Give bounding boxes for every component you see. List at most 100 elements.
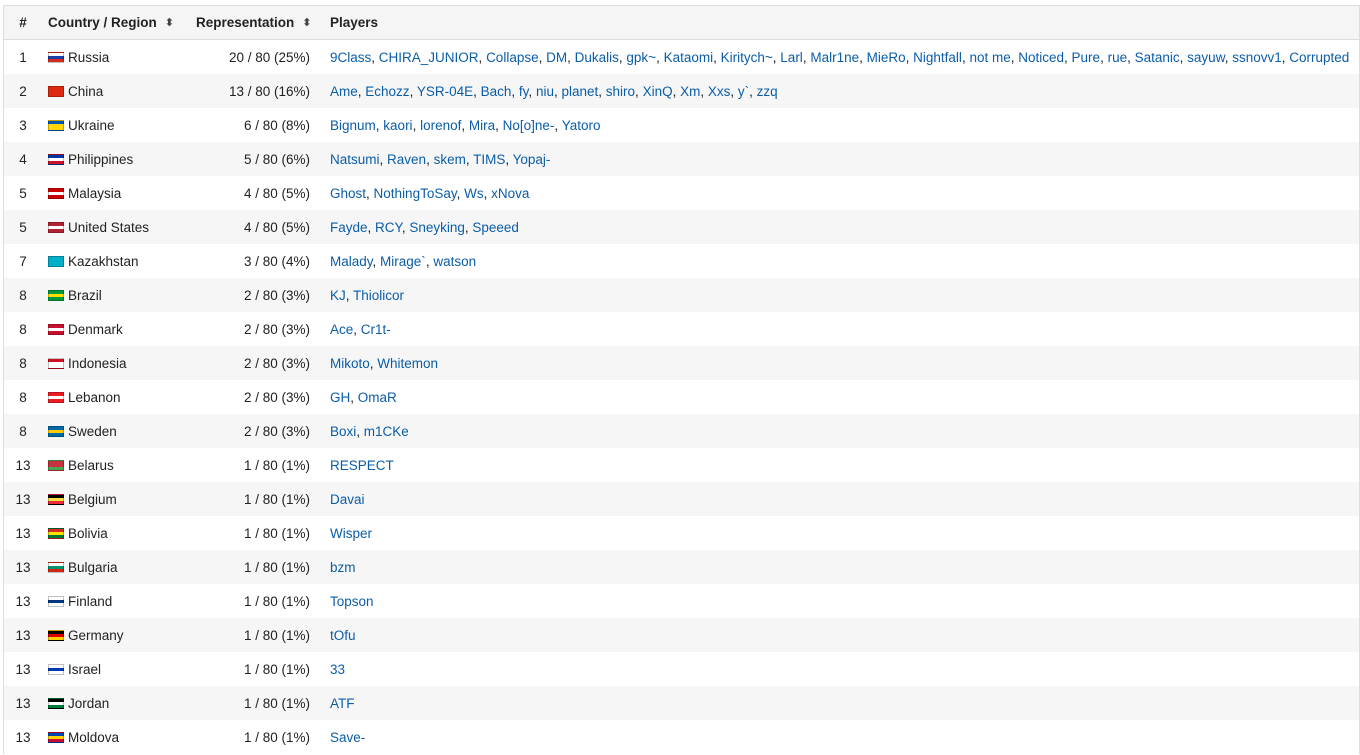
player-link[interactable]: Sneyking	[409, 220, 465, 235]
table-row: 13 Belarus 1 / 80 (1%) RESPECT	[4, 448, 1359, 482]
player-link[interactable]: Ws	[464, 186, 484, 201]
player-link[interactable]: OmaR	[358, 390, 397, 405]
player-link[interactable]: Davai	[330, 492, 365, 507]
player-link[interactable]: lorenof	[420, 118, 461, 133]
player-link[interactable]: m1CKe	[364, 424, 409, 439]
player-link[interactable]: CHIRA_JUNIOR	[379, 50, 479, 65]
player-link[interactable]: sayuw	[1187, 50, 1225, 65]
player-link[interactable]: Whitemon	[377, 356, 438, 371]
player-link[interactable]: Pure	[1072, 50, 1101, 65]
player-link[interactable]: GH	[330, 390, 350, 405]
player-link[interactable]: kaori	[383, 118, 412, 133]
header-representation[interactable]: Representation ⬍	[190, 6, 324, 40]
sort-arrows-icon[interactable]: ⬍	[165, 16, 174, 29]
player-link[interactable]: bzm	[330, 560, 356, 575]
player-link[interactable]: Boxi	[330, 424, 356, 439]
player-link[interactable]: Xxs	[708, 84, 731, 99]
player-link[interactable]: Raven	[387, 152, 426, 167]
player-link[interactable]: Collapse	[486, 50, 539, 65]
player-link[interactable]: Ace	[330, 322, 353, 337]
player-link[interactable]: skem	[434, 152, 466, 167]
table-row: 13 Germany 1 / 80 (1%) tOfu	[4, 618, 1359, 652]
player-link[interactable]: 9Class	[330, 50, 371, 65]
player-link[interactable]: ssnovv1	[1232, 50, 1282, 65]
sort-arrows-icon[interactable]: ⬍	[302, 16, 311, 29]
player-link[interactable]: Bach	[481, 84, 512, 99]
player-link[interactable]: Echozz	[365, 84, 409, 99]
rank-cell: 5	[4, 176, 42, 210]
player-link[interactable]: Dukalis	[575, 50, 619, 65]
header-country[interactable]: Country / Region ⬍	[42, 6, 190, 40]
player-link[interactable]: Save-	[330, 730, 365, 745]
player-link[interactable]: Satanic	[1135, 50, 1180, 65]
header-country-label: Country / Region	[48, 15, 157, 30]
player-link[interactable]: Ghost	[330, 186, 366, 201]
country-cell: Israel	[42, 652, 190, 686]
representation-cell: 5 / 80 (6%)	[190, 142, 324, 176]
player-link[interactable]: KJ	[330, 288, 346, 303]
player-link[interactable]: not me	[969, 50, 1010, 65]
player-link[interactable]: Malady	[330, 254, 373, 269]
malaysia-flag-icon	[48, 187, 64, 199]
player-link[interactable]: NothingToSay	[374, 186, 457, 201]
player-link[interactable]: Mirage`	[380, 254, 426, 269]
player-link[interactable]: Ame	[330, 84, 358, 99]
header-representation-label: Representation	[196, 15, 295, 30]
representation-cell: 3 / 80 (4%)	[190, 244, 324, 278]
player-link[interactable]: Xm	[680, 84, 700, 99]
player-link[interactable]: RESPECT	[330, 458, 394, 473]
indonesia-flag-icon	[48, 357, 64, 369]
player-link[interactable]: Kataomi	[664, 50, 714, 65]
player-link[interactable]: Mira	[469, 118, 495, 133]
player-link[interactable]: Natsumi	[330, 152, 380, 167]
player-link[interactable]: niu	[536, 84, 554, 99]
player-link[interactable]: planet	[561, 84, 598, 99]
player-link[interactable]: Yopaj-	[513, 152, 551, 167]
player-link[interactable]: ATF	[330, 696, 355, 711]
country-cell: Ukraine	[42, 108, 190, 142]
representation-cell: 1 / 80 (1%)	[190, 584, 324, 618]
player-link[interactable]: xNova	[491, 186, 529, 201]
player-link[interactable]: Noticed	[1018, 50, 1064, 65]
player-link[interactable]: Mikoto	[330, 356, 370, 371]
player-link[interactable]: Cr1t-	[361, 322, 391, 337]
player-link[interactable]: XinQ	[643, 84, 673, 99]
player-separator: ,	[672, 83, 681, 99]
table-row: 3 Ukraine 6 / 80 (8%) Bignum, kaori, loreno…	[4, 108, 1359, 142]
player-link[interactable]: Yatoro	[562, 118, 601, 133]
player-link[interactable]: No[o]ne-	[503, 118, 555, 133]
player-link[interactable]: Speeed	[472, 220, 519, 235]
rank-cell: 5	[4, 210, 42, 244]
player-link[interactable]: 33	[330, 662, 345, 677]
player-link[interactable]: Wisper	[330, 526, 372, 541]
player-link[interactable]: tOfu	[330, 628, 356, 643]
player-link[interactable]: RCY	[375, 220, 402, 235]
player-link[interactable]: Kiritych~	[721, 50, 773, 65]
representation-cell: 2 / 80 (3%)	[190, 312, 324, 346]
player-link[interactable]: Larl	[780, 50, 803, 65]
player-link[interactable]: rue	[1108, 50, 1128, 65]
players-cell: bzm	[324, 550, 1359, 584]
player-link[interactable]: shiro	[606, 84, 635, 99]
sweden-flag-icon	[48, 425, 64, 437]
player-link[interactable]: Thiolicor	[353, 288, 404, 303]
player-link[interactable]: MieRo	[867, 50, 906, 65]
country-cell: Belgium	[42, 482, 190, 516]
player-link[interactable]: Topson	[330, 594, 374, 609]
player-link[interactable]: Malr1ne	[810, 50, 859, 65]
table-row: 8 Indonesia 2 / 80 (3%) Mikoto, Whitemon	[4, 346, 1359, 380]
player-link[interactable]: Bignum	[330, 118, 376, 133]
table-row: 13 Israel 1 / 80 (1%) 33	[4, 652, 1359, 686]
player-link[interactable]: Nightfall	[913, 50, 962, 65]
player-link[interactable]: gpk~	[626, 50, 656, 65]
player-link[interactable]: Corrupted	[1289, 50, 1349, 65]
player-link[interactable]: fy	[519, 84, 529, 99]
country-name: United States	[68, 219, 150, 235]
player-link[interactable]: Fayde	[330, 220, 368, 235]
player-link[interactable]: y`	[738, 84, 749, 99]
player-link[interactable]: YSR-04E	[417, 84, 473, 99]
player-link[interactable]: TIMS	[473, 152, 505, 167]
player-link[interactable]: zzq	[757, 84, 778, 99]
player-link[interactable]: DM	[546, 50, 567, 65]
player-link[interactable]: watson	[433, 254, 476, 269]
